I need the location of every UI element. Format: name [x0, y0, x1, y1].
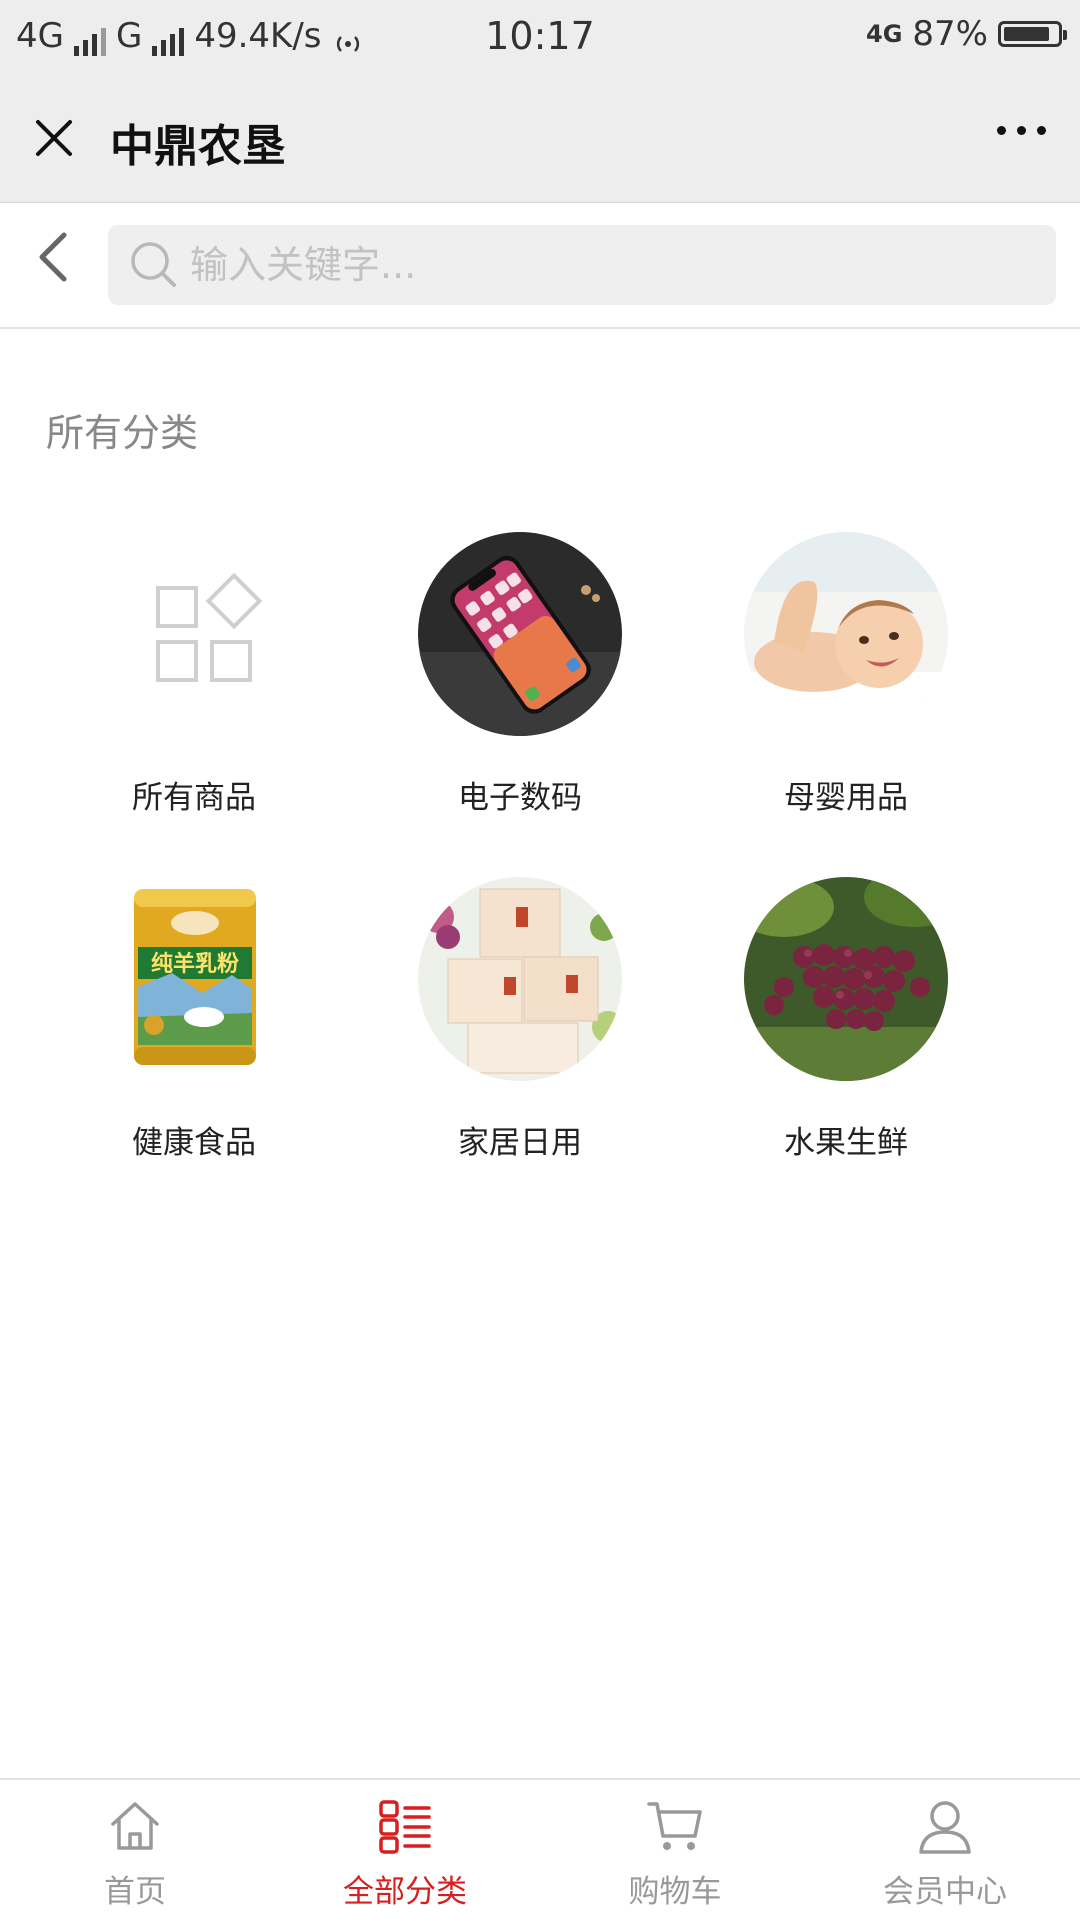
- grid-icon: [92, 532, 296, 736]
- tab-label: 首页: [104, 1874, 166, 1910]
- section-title: 所有分类: [46, 411, 199, 455]
- search-box[interactable]: [108, 225, 1056, 305]
- category-mother-baby[interactable]: 母婴用品: [664, 532, 1004, 852]
- smartphone-photo: [418, 532, 622, 736]
- category-label: 健康食品: [132, 1125, 256, 1161]
- tab-member-center[interactable]: 会员中心: [810, 1780, 1080, 1922]
- category-label: 所有商品: [132, 780, 256, 816]
- home-icon: [111, 1802, 159, 1850]
- status-right: 4G 87%: [866, 14, 1067, 54]
- grapes-photo: [744, 877, 948, 1081]
- more-options-icon[interactable]: [997, 126, 1046, 135]
- tab-all-categories[interactable]: 全部分类: [270, 1780, 540, 1922]
- battery-icon: [998, 21, 1067, 47]
- search-icon: [131, 242, 176, 287]
- category-label: 水果生鲜: [784, 1125, 908, 1161]
- search-input[interactable]: [190, 225, 1030, 305]
- baby-photo: [744, 532, 948, 736]
- category-all-products[interactable]: 所有商品: [12, 532, 352, 852]
- user-icon: [919, 1801, 971, 1854]
- category-list-icon: [379, 1800, 431, 1854]
- milk-powder-can-photo: 纯羊乳粉: [92, 877, 296, 1081]
- page-title: 中鼎农垦: [110, 121, 286, 172]
- battery-percent: 87%: [912, 14, 988, 54]
- tab-home[interactable]: 首页: [0, 1780, 270, 1922]
- category-label: 电子数码: [458, 780, 582, 816]
- tissue-boxes-photo: [418, 877, 622, 1081]
- category-fruit-fresh[interactable]: 水果生鲜: [664, 877, 1004, 1197]
- bottom-tab-bar: 首页 全部分类 购物车 会员中心: [0, 1778, 1080, 1922]
- search-header: [0, 203, 1080, 329]
- category-label: 家居日用: [458, 1125, 582, 1161]
- svg-text:纯羊乳粉: 纯羊乳粉: [151, 951, 239, 977]
- back-arrow-icon[interactable]: [30, 227, 76, 287]
- status-bar: 4G G 49.4K/s 10:17 4G 87%: [0, 0, 1080, 76]
- close-icon[interactable]: [28, 112, 80, 164]
- category-label: 母婴用品: [784, 780, 908, 816]
- cart-icon: [647, 1802, 702, 1850]
- category-health-food[interactable]: 纯羊乳粉 健康食品: [12, 877, 352, 1197]
- tab-label: 购物车: [628, 1874, 722, 1910]
- network-type-3: 4G: [866, 20, 903, 48]
- tab-cart[interactable]: 购物车: [540, 1780, 810, 1922]
- category-household[interactable]: 家居日用: [338, 877, 678, 1197]
- tab-label: 全部分类: [343, 1874, 467, 1910]
- category-electronics[interactable]: 电子数码: [338, 532, 678, 852]
- title-bar: 中鼎农垦: [0, 76, 1080, 203]
- tab-label: 会员中心: [883, 1874, 1007, 1910]
